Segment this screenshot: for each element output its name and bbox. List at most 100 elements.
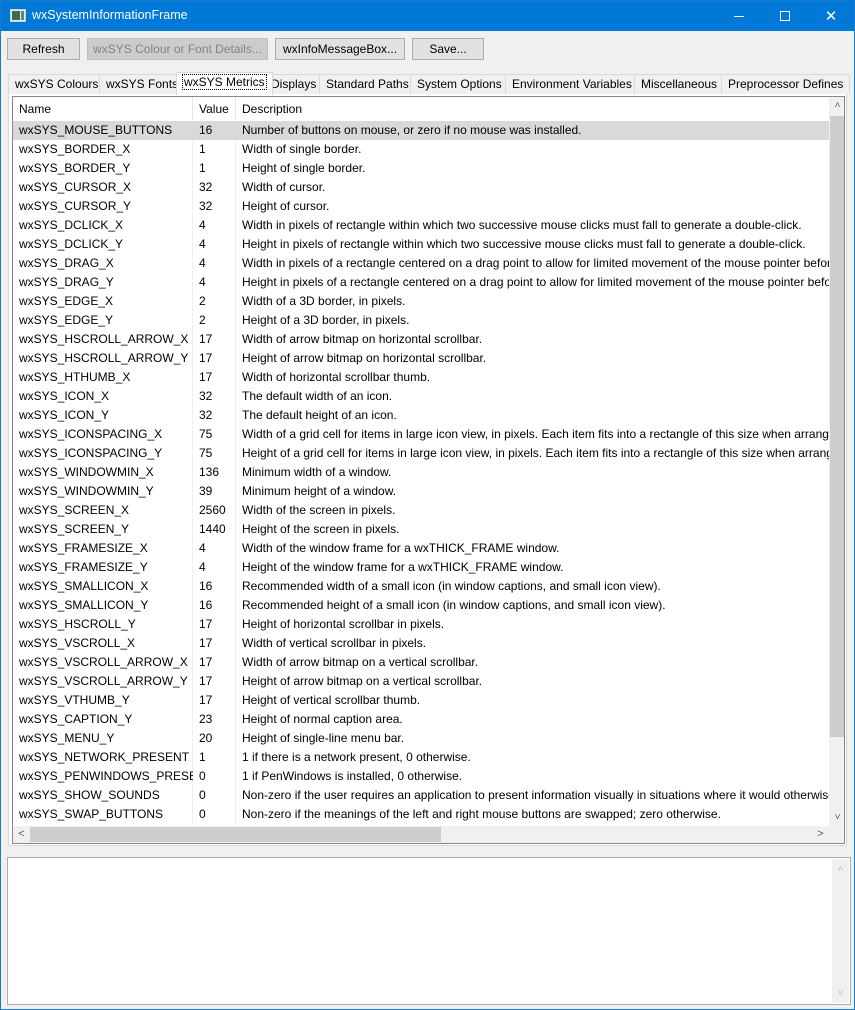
tab-standard-paths[interactable]: Standard Paths [319,74,416,94]
log-scroll-down-icon[interactable]: ˅ [832,985,849,1002]
tab-wxsys-fonts[interactable]: wxSYS Fonts [99,74,186,94]
list-item[interactable]: wxSYS_SWAP_BUTTONS 0 Non-zero if the meani… [13,805,829,824]
minimize-button[interactable] [716,1,762,31]
list-item[interactable]: wxSYS_VTHUMB_Y 17 Height of vertical scrol… [13,691,829,710]
vertical-scrollbar[interactable]: ˄ ˅ [829,97,844,826]
metric-name: wxSYS_VTHUMB_Y [19,693,130,707]
list-item[interactable]: wxSYS_ICON_X 32 The default width of an ic… [13,387,829,406]
tab-displays[interactable]: Displays [264,74,324,94]
list-item[interactable]: wxSYS_SCREEN_Y 1440 Height of the screen i… [13,520,829,539]
metric-name: wxSYS_ICONSPACING_Y [19,446,163,460]
metric-value: 17 [199,636,213,650]
info-message-box-button[interactable]: wxInfoMessageBox... [275,38,405,60]
metric-name: wxSYS_WINDOWMIN_Y [19,484,154,498]
scroll-down-icon[interactable]: ˅ [829,809,844,826]
tab-wxsys-metrics[interactable]: wxSYS Metrics [176,72,273,95]
list-item[interactable]: wxSYS_DRAG_Y 4 Height in pixels of a recta… [13,273,829,292]
metric-description: Height of horizontal scrollbar in pixels… [242,617,445,631]
metric-description: Width of the window frame for a wxTHICK_… [242,541,560,555]
title-bar[interactable]: wxSystemInformationFrame ✕ [1,1,854,31]
metric-name: wxSYS_NETWORK_PRESENT [19,750,190,764]
metric-name: wxSYS_SCREEN_X [19,503,130,517]
list-item[interactable]: wxSYS_BORDER_X 1 Width of single border. [13,140,829,159]
list-item[interactable]: wxSYS_BORDER_Y 1 Height of single border. [13,159,829,178]
scroll-left-icon[interactable]: < [13,826,30,843]
metric-description: Recommended width of a small icon (in wi… [242,579,661,593]
metric-value: 75 [199,446,213,460]
metric-name: wxSYS_HSCROLL_Y [19,617,136,631]
list-item[interactable]: wxSYS_VSCROLL_ARROW_Y 17 Height of arrow b… [13,672,829,691]
list-item[interactable]: wxSYS_VSCROLL_ARROW_X 17 Width of arrow bi… [13,653,829,672]
list-item[interactable]: wxSYS_VSCROLL_X 17 Width of vertical scrol… [13,634,829,653]
log-scroll-up-icon[interactable]: ˄ [832,861,849,878]
metric-value: 17 [199,674,213,688]
list-rows: wxSYS_MOUSE_BUTTONS 16 Number of buttons o… [13,121,829,824]
list-item[interactable]: wxSYS_FRAMESIZE_Y 4 Height of the window f… [13,558,829,577]
metric-value: 17 [199,655,213,669]
list-item[interactable]: wxSYS_CURSOR_X 32 Width of cursor. [13,178,829,197]
metric-name: wxSYS_HTHUMB_X [19,370,131,384]
list-item[interactable]: wxSYS_HSCROLL_Y 17 Height of horizontal sc… [13,615,829,634]
list-item[interactable]: wxSYS_EDGE_Y 2 Height of a 3D border, in p… [13,311,829,330]
metric-name: wxSYS_HSCROLL_ARROW_Y [19,351,189,365]
metric-value: 2 [199,294,206,308]
tab-miscellaneous[interactable]: Miscellaneous [634,74,725,94]
list-item[interactable]: wxSYS_SMALLICON_Y 16 Recommended height of… [13,596,829,615]
metric-name: wxSYS_ICON_Y [19,408,110,422]
metric-description: Height in pixels of a rectangle centered… [242,275,829,289]
refresh-button[interactable]: Refresh [7,38,80,60]
list-item[interactable]: wxSYS_HTHUMB_X 17 Width of horizontal scro… [13,368,829,387]
list-item[interactable]: wxSYS_DCLICK_X 4 Width in pixels of rectan… [13,216,829,235]
list-item[interactable]: wxSYS_EDGE_X 2 Width of a 3D border, in pi… [13,292,829,311]
save-button[interactable]: Save... [412,38,484,60]
list-item[interactable]: wxSYS_DCLICK_Y 4 Height in pixels of recta… [13,235,829,254]
list-item[interactable]: wxSYS_FRAMESIZE_X 4 Width of the window fr… [13,539,829,558]
log-vertical-scrollbar[interactable]: ˄ ˅ [832,859,849,1003]
metric-description: Non-zero if the user requires an applica… [242,788,829,802]
column-header-value[interactable]: Value [193,97,236,121]
colour-font-details-button[interactable]: wxSYS Colour or Font Details... [87,38,268,60]
metric-name: wxSYS_WINDOWMIN_X [19,465,154,479]
tab-preprocessor-defines[interactable]: Preprocessor Defines [721,74,851,94]
tab-system-options[interactable]: System Options [410,74,509,94]
metric-name: wxSYS_PENWINDOWS_PRESENT [19,769,193,783]
list-item[interactable]: wxSYS_HSCROLL_ARROW_Y 17 Height of arrow b… [13,349,829,368]
tab-environment-variables[interactable]: Environment Variables [505,74,639,94]
horizontal-scrollbar[interactable]: < > [13,826,829,843]
metric-description: The default width of an icon. [242,389,393,403]
metric-value: 16 [199,579,213,593]
vertical-scroll-thumb[interactable] [830,116,844,737]
log-textarea[interactable]: ˄ ˅ [7,857,851,1005]
metric-value: 0 [199,788,206,802]
list-item[interactable]: wxSYS_WINDOWMIN_Y 39 Minimum height of a w… [13,482,829,501]
list-item[interactable]: wxSYS_SHOW_SOUNDS 0 Non-zero if the user r… [13,786,829,805]
metric-description: Height of a 3D border, in pixels. [242,313,410,327]
metric-value: 2560 [199,503,226,517]
list-item[interactable]: wxSYS_ICONSPACING_Y 75 Height of a grid ce… [13,444,829,463]
metric-description: Minimum height of a window. [242,484,397,498]
scroll-up-icon[interactable]: ˄ [829,97,844,114]
close-button[interactable]: ✕ [808,1,854,31]
list-item[interactable]: wxSYS_ICONSPACING_X 75 Width of a grid cel… [13,425,829,444]
list-item[interactable]: wxSYS_CAPTION_Y 23 Height of normal captio… [13,710,829,729]
list-item[interactable]: wxSYS_MENU_Y 20 Height of single-line menu… [13,729,829,748]
column-header-name[interactable]: Name [13,97,193,121]
column-header-description[interactable]: Description [236,97,829,121]
list-item[interactable]: wxSYS_CURSOR_Y 32 Height of cursor. [13,197,829,216]
horizontal-scroll-thumb[interactable] [30,827,441,842]
list-item[interactable]: wxSYS_PENWINDOWS_PRESENT 0 1 if PenWindows… [13,767,829,786]
list-item[interactable]: wxSYS_NETWORK_PRESENT 1 1 if there is a ne… [13,748,829,767]
scroll-right-icon[interactable]: > [812,826,829,843]
list-item[interactable]: wxSYS_HSCROLL_ARROW_X 17 Width of arrow bi… [13,330,829,349]
metric-value: 32 [199,389,213,403]
list-item[interactable]: wxSYS_MOUSE_BUTTONS 16 Number of buttons o… [13,121,829,140]
list-item[interactable]: wxSYS_WINDOWMIN_X 136 Minimum width of a w… [13,463,829,482]
list-item[interactable]: wxSYS_ICON_Y 32 The default height of an i… [13,406,829,425]
tab-wxsys-colours[interactable]: wxSYS Colours [8,74,106,94]
metric-name: wxSYS_SMALLICON_X [19,579,149,593]
list-item[interactable]: wxSYS_SMALLICON_X 16 Recommended width of … [13,577,829,596]
list-item[interactable]: wxSYS_SCREEN_X 2560 Width of the screen in… [13,501,829,520]
metrics-list[interactable]: Name Value Description wxSYS_MOUSE_BUTTO… [12,96,845,844]
list-item[interactable]: wxSYS_DRAG_X 4 Width in pixels of a rectan… [13,254,829,273]
maximize-button[interactable] [762,1,808,31]
